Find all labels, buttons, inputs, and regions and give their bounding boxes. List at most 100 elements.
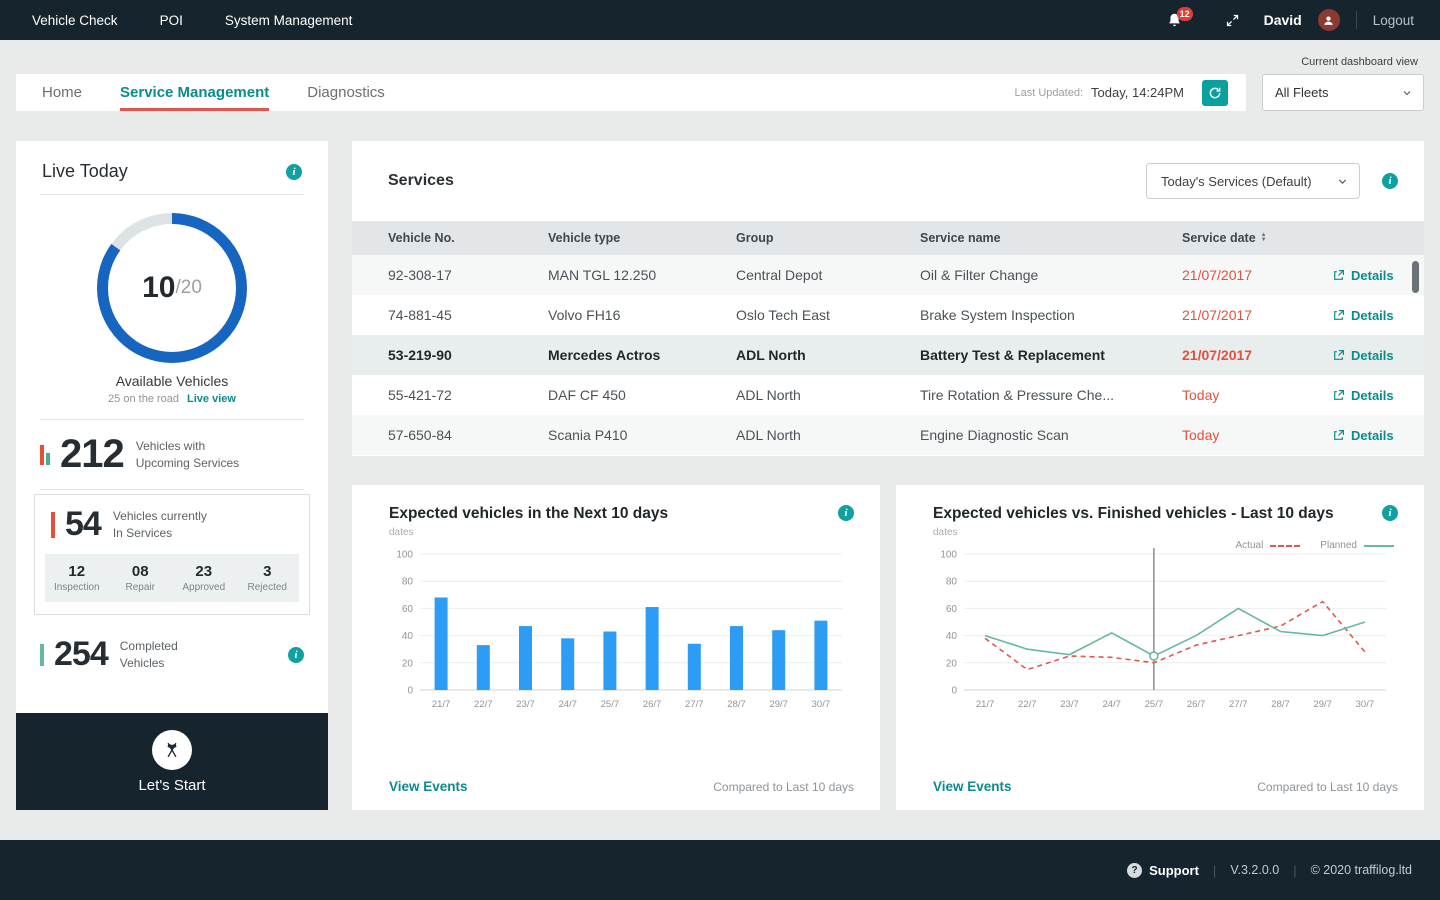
in-service-label-1: Vehicles currently [112, 509, 207, 524]
info-icon[interactable]: i [288, 646, 304, 663]
support-link[interactable]: ? Support [1127, 862, 1199, 878]
checkered-flags-icon [152, 729, 192, 770]
svg-text:24/7: 24/7 [558, 699, 577, 710]
notifications-button[interactable]: 12 [1166, 6, 1193, 29]
details-link[interactable]: Details [1332, 388, 1424, 403]
svg-text:23/7: 23/7 [516, 699, 535, 710]
tabs-bar: Home Service Management Diagnostics Last… [16, 74, 1246, 111]
svg-text:25/7: 25/7 [601, 699, 620, 710]
nav-vehicle-check[interactable]: Vehicle Check [32, 13, 118, 28]
details-label: Details [1351, 267, 1394, 283]
cell-vehicle-type: Scania P410 [548, 427, 628, 443]
svg-text:60: 60 [402, 604, 414, 615]
bar-icon [51, 511, 55, 538]
cell-service-date: 21/07/2017 [1182, 347, 1253, 363]
svg-text:27/7: 27/7 [1229, 699, 1248, 710]
table-row[interactable]: 55-421-72 DAF CF 450 ADL North Tire Rota… [352, 375, 1424, 415]
info-icon[interactable]: i [1382, 173, 1398, 189]
svg-text:22/7: 22/7 [474, 699, 493, 710]
cell-group: ADL North [736, 427, 801, 443]
svg-text:28/7: 28/7 [727, 699, 746, 710]
fleet-select[interactable]: All Fleets [1262, 74, 1424, 111]
completed-vehicles-stat: 254 Completed Vehicles i [16, 623, 328, 686]
table-row[interactable]: 57-650-84 Scania P410 ADL North Engine D… [352, 415, 1424, 455]
table-scrollbar[interactable] [1412, 261, 1419, 293]
upcoming-label-2: Upcoming Services [135, 455, 240, 470]
external-link-icon [1334, 269, 1344, 280]
info-icon[interactable]: i [838, 505, 854, 521]
cell-service-name: Battery Test & Replacement [920, 347, 1105, 363]
completed-label-1: Completed [119, 639, 178, 654]
lets-start-button[interactable]: Let's Start [16, 713, 328, 810]
svg-text:100: 100 [940, 550, 957, 561]
available-vehicles-donut: 10 /20 [97, 213, 247, 363]
svg-text:28/7: 28/7 [1271, 699, 1290, 710]
info-icon[interactable]: i [1382, 505, 1398, 521]
logout-button[interactable]: Logout [1373, 13, 1414, 28]
sort-icon[interactable]: ▲ ▼ [1261, 232, 1267, 243]
person-icon [1324, 15, 1334, 25]
fullscreen-button[interactable] [1225, 13, 1240, 28]
svg-text:80: 80 [946, 577, 958, 588]
cell-service-name: Tire Rotation & Pressure Che... [920, 387, 1115, 403]
cell-vehicle-no: 53-219-90 [388, 347, 452, 363]
nav-poi[interactable]: POI [160, 13, 183, 28]
view-events-link[interactable]: View Events [933, 779, 1012, 794]
in-service-count: 54 [65, 505, 102, 543]
avatar[interactable] [1317, 9, 1340, 31]
user-name[interactable]: David [1264, 12, 1302, 28]
svg-text:30/7: 30/7 [1356, 699, 1375, 710]
svg-text:21/7: 21/7 [976, 699, 995, 710]
details-label: Details [1351, 387, 1394, 403]
table-row[interactable]: 92-308-17 MAN TGL 12.250 Central Depot O… [352, 255, 1424, 295]
bar-chart: 0 20 40 60 80 100 21/7 22/7 23/7 24/7 25/7 26/7 27/7… [352, 538, 880, 779]
tab-service-management[interactable]: Service Management [120, 74, 270, 111]
tab-diagnostics[interactable]: Diagnostics [307, 74, 385, 111]
live-today-panel: Live Today i 10 /20 Available Vehicles 2… [16, 141, 328, 810]
donut-value: 10 [142, 271, 176, 304]
donut-total: /20 [175, 277, 202, 298]
svg-text:27/7: 27/7 [685, 699, 704, 710]
app-footer: ? Support | V.3.2.0.0 | © 2020 traffilog… [0, 840, 1440, 900]
svg-text:26/7: 26/7 [643, 699, 662, 710]
details-link[interactable]: Details [1332, 428, 1424, 443]
breakdown-item: 08 Repair [125, 563, 155, 593]
live-view-link[interactable]: Live view [187, 393, 236, 405]
bars-icon [40, 444, 50, 465]
refresh-button[interactable] [1202, 79, 1228, 106]
svg-text:26/7: 26/7 [1187, 699, 1206, 710]
details-link[interactable]: Details [1332, 268, 1424, 283]
compare-note: Compared to Last 10 days [1257, 779, 1398, 794]
svg-text:22/7: 22/7 [1018, 699, 1037, 710]
svg-text:40: 40 [946, 631, 958, 642]
expand-icon [1226, 14, 1238, 26]
breakdown-item: 12 Inspection [53, 563, 100, 593]
legend-item: Planned [1320, 540, 1394, 551]
cell-vehicle-no: 55-421-72 [388, 387, 452, 403]
breakdown-item: 23 Approved [182, 563, 226, 593]
svg-text:20: 20 [402, 658, 414, 669]
details-link[interactable]: Details [1332, 308, 1424, 323]
col-vehicle-type: Vehicle type [548, 231, 621, 245]
svg-text:100: 100 [396, 550, 413, 561]
cell-group: ADL North [736, 347, 806, 363]
table-row[interactable]: 74-881-45 Volvo FH16 Oslo Tech East Brak… [352, 295, 1424, 335]
completed-count: 254 [54, 635, 109, 673]
svg-text:23/7: 23/7 [1060, 699, 1079, 710]
chart-title: Expected vehicles in the Next 10 days [389, 505, 669, 522]
cell-service-date: Today [1182, 387, 1220, 403]
services-filter-select[interactable]: Today's Services (Default) [1146, 163, 1360, 199]
cell-vehicle-type: Mercedes Actros [548, 347, 661, 363]
external-link-icon [1334, 309, 1344, 320]
details-link[interactable]: Details [1332, 348, 1424, 363]
upcoming-count: 212 [60, 432, 125, 476]
on-the-road-text: 25 on the road [108, 393, 180, 405]
view-events-link[interactable]: View Events [389, 779, 468, 794]
tab-home[interactable]: Home [42, 74, 82, 111]
info-icon[interactable]: i [286, 163, 302, 180]
last-updated-value: Today, 14:24PM [1091, 85, 1184, 100]
nav-system-management[interactable]: System Management [225, 13, 353, 28]
table-row[interactable]: 53-219-90 Mercedes Actros ADL North Batt… [352, 335, 1424, 375]
services-filter-value: Today's Services (Default) [1161, 173, 1312, 189]
copyright: © 2020 traffilog.ltd [1310, 863, 1412, 877]
